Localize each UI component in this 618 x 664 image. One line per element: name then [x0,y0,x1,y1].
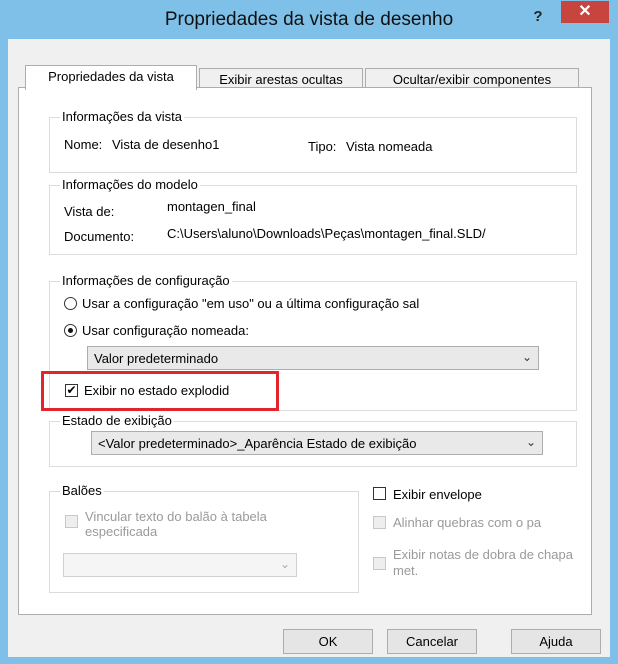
named-config-select[interactable]: Valor predeterminado ⌄ [87,346,539,370]
bend-notes-label: Exibir notas de dobra de chapa met. [393,547,573,578]
view-of-value: montagen_final [167,199,256,214]
display-state-select[interactable]: <Valor predeterminado>_Aparência Estado … [91,431,543,455]
close-icon: ✕ [578,3,592,20]
display-state-legend: Estado de exibição [60,413,174,428]
show-envelope-checkbox[interactable] [373,487,386,500]
chevron-down-icon: ⌄ [525,435,536,449]
balloons-group: Balões [49,483,359,593]
radio-config-in-use[interactable] [64,297,77,310]
balloon-table-select[interactable]: ⌄ [63,553,297,577]
tab-view-properties[interactable]: Propriedades da vista [25,65,197,90]
document-label: Documento: [64,229,135,244]
config-info-legend: Informações de configuração [60,273,232,288]
help-button[interactable]: Ajuda [511,629,601,654]
name-value: Vista de desenho1 [112,137,220,152]
chevron-down-icon: ⌄ [279,557,290,571]
type-label: Tipo: [308,139,337,154]
radio-named-config-label[interactable]: Usar configuração nomeada: [82,323,249,338]
exploded-state-checkbox[interactable]: ✔ [65,384,78,397]
view-of-label: Vista de: [64,204,115,219]
bend-notes-checkbox[interactable] [373,557,386,570]
align-breaks-checkbox[interactable] [373,516,386,529]
dialog-window: Propriedades da vista de desenho ? ✕ Pro… [0,0,618,664]
align-breaks-label: Alinhar quebras com o pa [393,515,542,530]
title-bar[interactable]: Propriedades da vista de desenho ? ✕ [1,1,617,39]
balloons-legend: Balões [60,483,104,498]
document-path: C:\Users\aluno\Downloads\Peças\montagen_… [167,226,486,241]
ok-button[interactable]: OK [283,629,373,654]
chevron-down-icon: ⌄ [521,350,532,364]
link-balloon-text-label: Vincular texto do balão à tabela especif… [85,509,267,539]
exploded-state-label[interactable]: Exibir no estado explodid [84,383,229,398]
display-state-value: <Valor predeterminado>_Aparência Estado … [98,436,417,451]
cancel-button[interactable]: Cancelar [387,629,477,654]
help-title-button[interactable]: ? [523,5,553,29]
name-label: Nome: [64,137,103,152]
model-info-group: Informações do modelo [49,177,577,255]
model-info-legend: Informações do modelo [60,177,200,192]
radio-named-config[interactable] [64,324,77,337]
link-balloon-text-checkbox[interactable] [65,515,78,528]
view-info-legend: Informações da vista [60,109,184,124]
radio-config-in-use-label[interactable]: Usar a configuração "em uso" ou a última… [82,296,502,311]
named-config-value: Valor predeterminado [94,351,219,366]
show-envelope-label[interactable]: Exibir envelope [393,487,482,502]
type-value: Vista nomeada [346,139,433,154]
close-button[interactable]: ✕ [561,1,609,23]
